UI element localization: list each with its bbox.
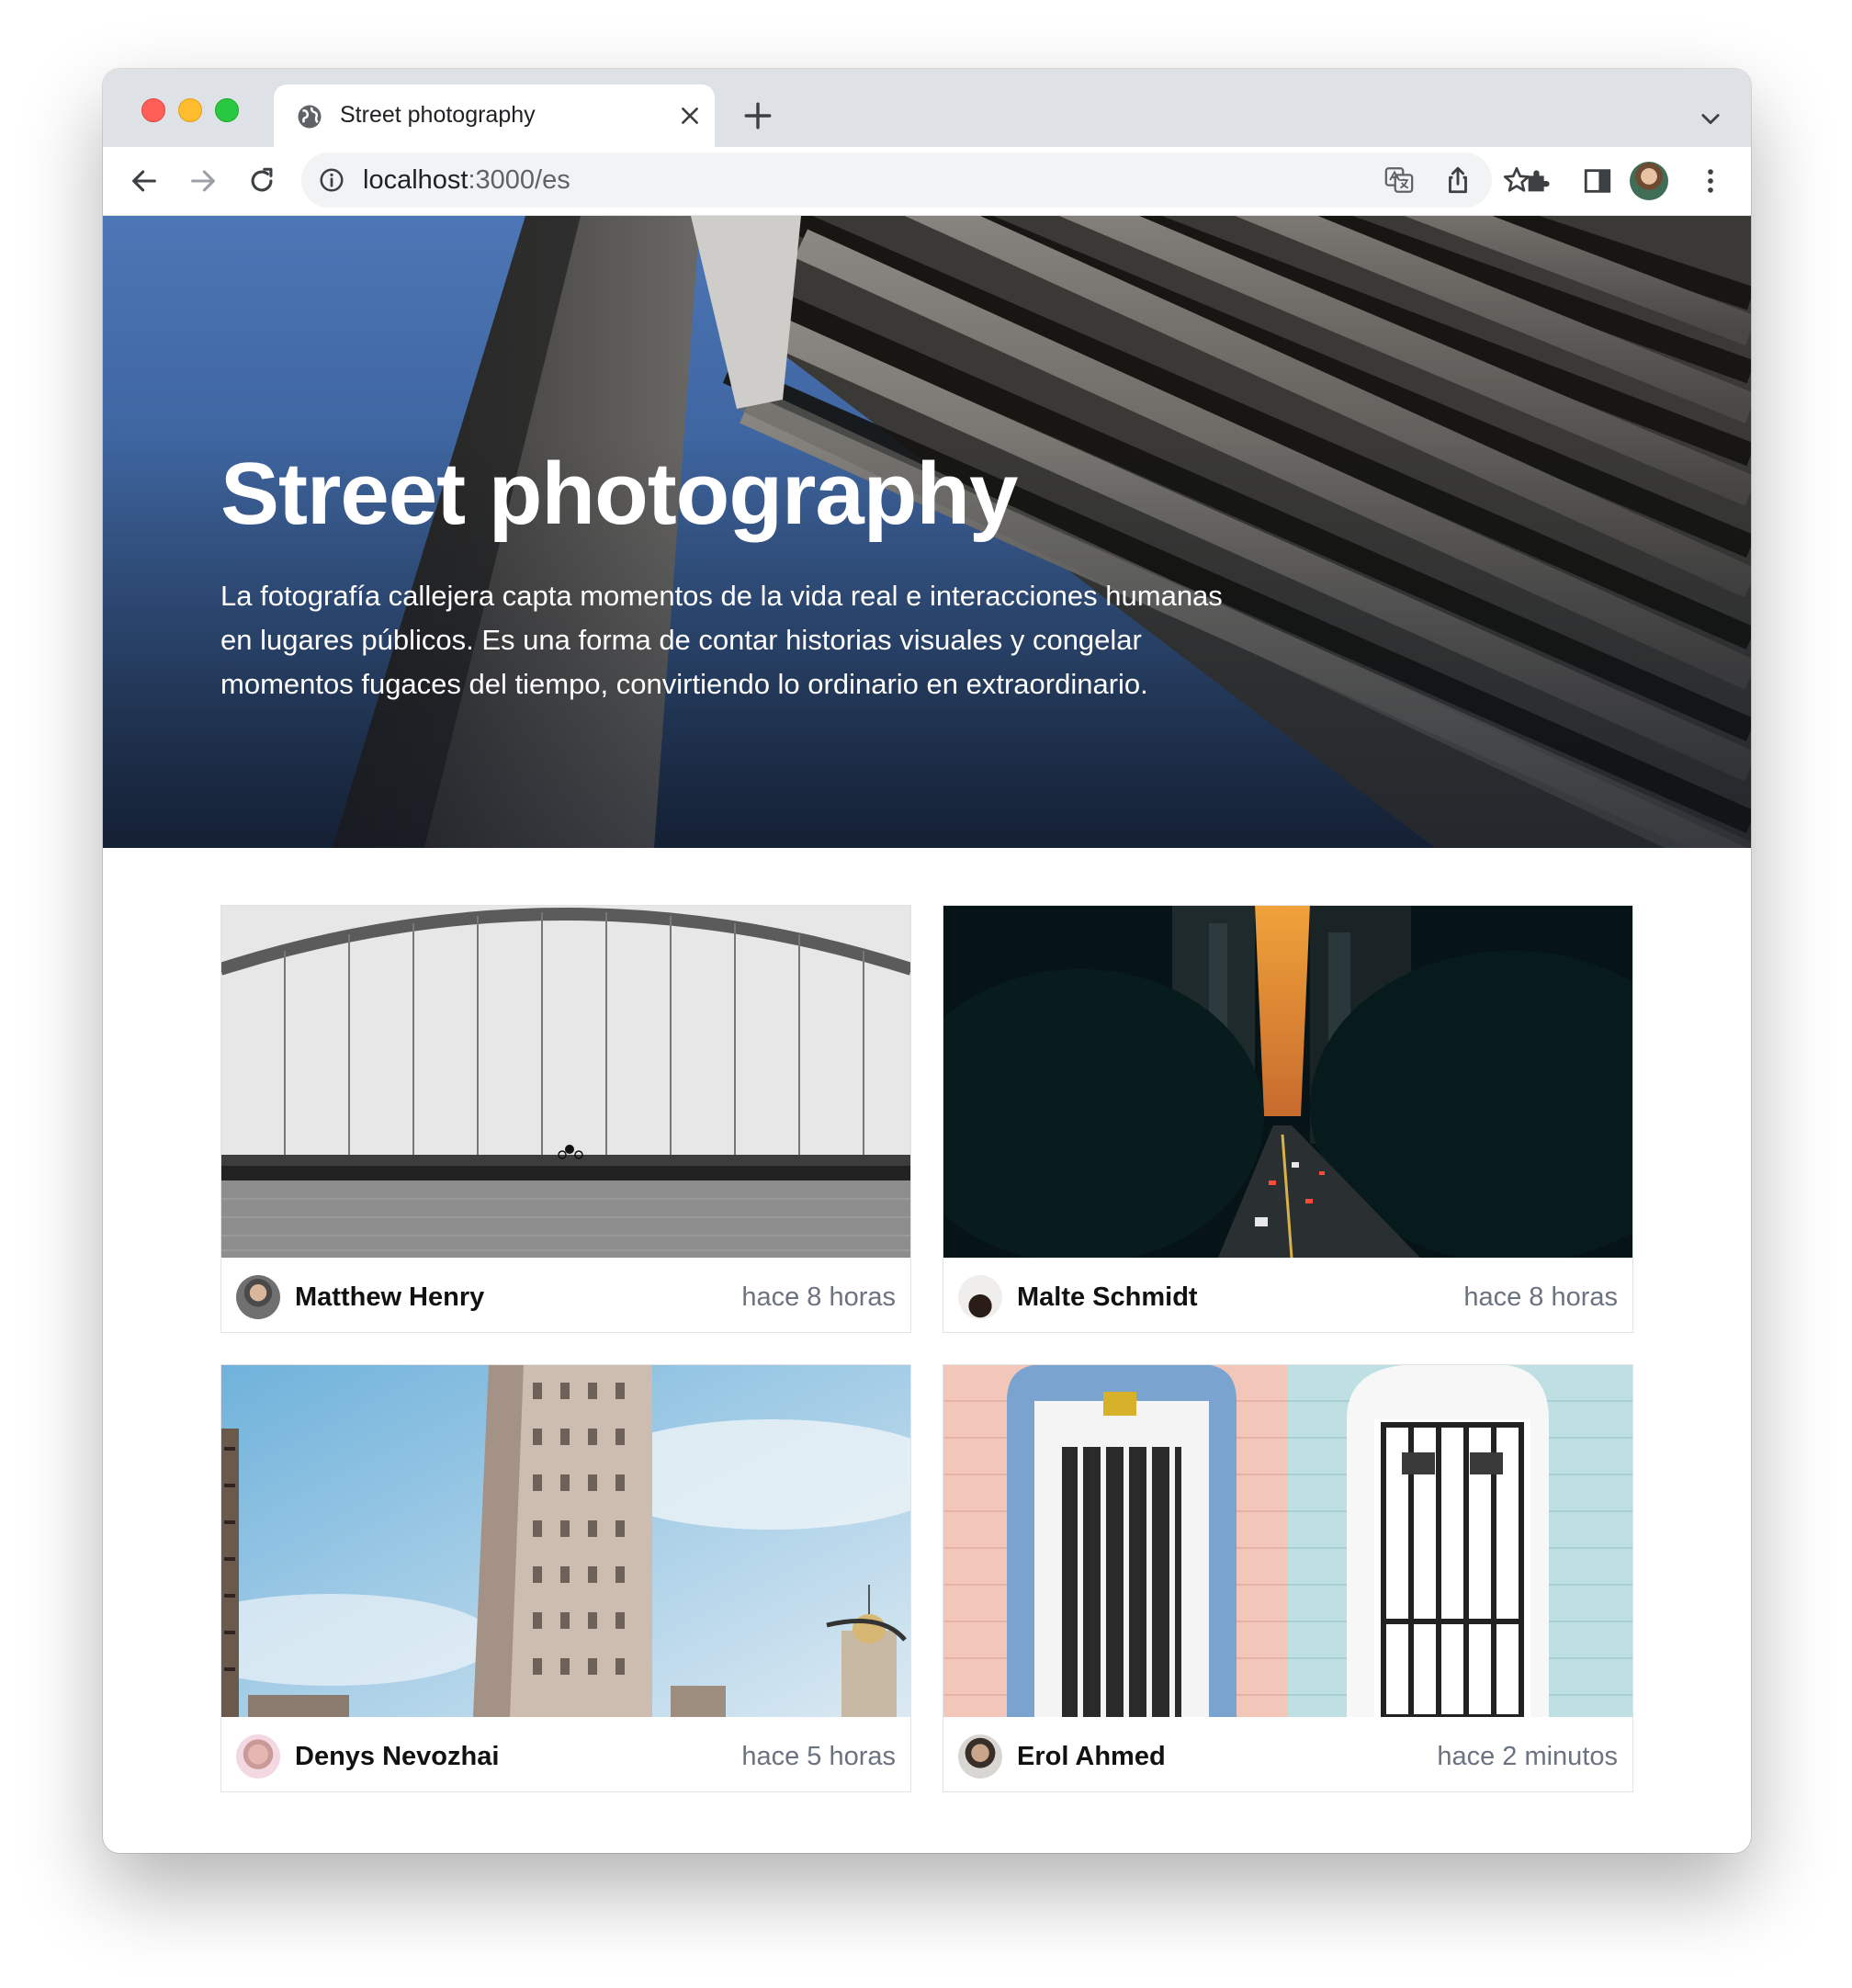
close-window-button[interactable] — [141, 98, 165, 122]
puzzle-icon[interactable] — [1523, 165, 1554, 197]
browser-window: Street photography localhost:3000/es Str… — [103, 69, 1751, 1853]
arrow-left-icon[interactable] — [129, 165, 160, 197]
plus-icon[interactable] — [742, 100, 774, 131]
photo-card[interactable]: Denys Nevozhai hace 5 horas — [220, 1364, 911, 1792]
chevron-down-icon[interactable] — [1698, 106, 1723, 131]
reload-icon[interactable] — [246, 165, 277, 197]
url-text: localhost:3000/es — [363, 165, 570, 195]
photo-city-street[interactable] — [943, 906, 1632, 1258]
author-name[interactable]: Erol Ahmed — [1017, 1742, 1166, 1772]
share-icon[interactable] — [1442, 164, 1474, 196]
timestamp: hace 2 minutos — [1437, 1742, 1618, 1771]
tab-strip: Street photography — [103, 69, 1751, 147]
globe-icon — [298, 105, 322, 129]
author-name[interactable]: Malte Schmidt — [1017, 1282, 1198, 1313]
avatar[interactable] — [236, 1275, 280, 1319]
photo-flatiron-building[interactable] — [221, 1365, 910, 1717]
page-description: La fotografía callejera capta momentos d… — [220, 580, 1223, 700]
photo-card[interactable]: Matthew Henry hace 8 horas — [220, 905, 911, 1333]
profile-avatar[interactable] — [1630, 162, 1668, 200]
author-name[interactable]: Denys Nevozhai — [295, 1742, 499, 1772]
timestamp: hace 8 horas — [741, 1282, 896, 1312]
avatar[interactable] — [958, 1734, 1002, 1779]
arrow-right-icon[interactable] — [187, 165, 219, 197]
browser-toolbar: localhost:3000/es — [103, 147, 1751, 216]
close-icon[interactable] — [678, 104, 702, 128]
page-title: Street photography — [220, 445, 1018, 543]
timestamp: hace 5 horas — [741, 1742, 896, 1771]
photo-bridge[interactable] — [221, 906, 910, 1258]
photo-card[interactable]: Malte Schmidt hace 8 horas — [943, 905, 1633, 1333]
avatar[interactable] — [236, 1734, 280, 1779]
photo-card[interactable]: Erol Ahmed hace 2 minutos — [943, 1364, 1633, 1792]
translate-icon[interactable] — [1383, 164, 1415, 196]
side-panel-icon[interactable] — [1582, 165, 1613, 197]
avatar[interactable] — [958, 1275, 1002, 1319]
info-icon[interactable] — [318, 166, 345, 194]
kebab-menu-icon[interactable] — [1695, 165, 1726, 197]
tab-street-photography[interactable]: Street photography — [274, 85, 715, 147]
hero-banner: Street photography La fotografía calleje… — [103, 216, 1751, 848]
timestamp: hace 8 horas — [1463, 1282, 1618, 1312]
author-name[interactable]: Matthew Henry — [295, 1282, 484, 1313]
photo-doors[interactable] — [943, 1365, 1632, 1717]
zoom-window-button[interactable] — [215, 98, 239, 122]
tab-title: Street photography — [340, 102, 536, 128]
minimize-window-button[interactable] — [178, 98, 202, 122]
address-bar[interactable]: localhost:3000/es — [301, 152, 1530, 208]
